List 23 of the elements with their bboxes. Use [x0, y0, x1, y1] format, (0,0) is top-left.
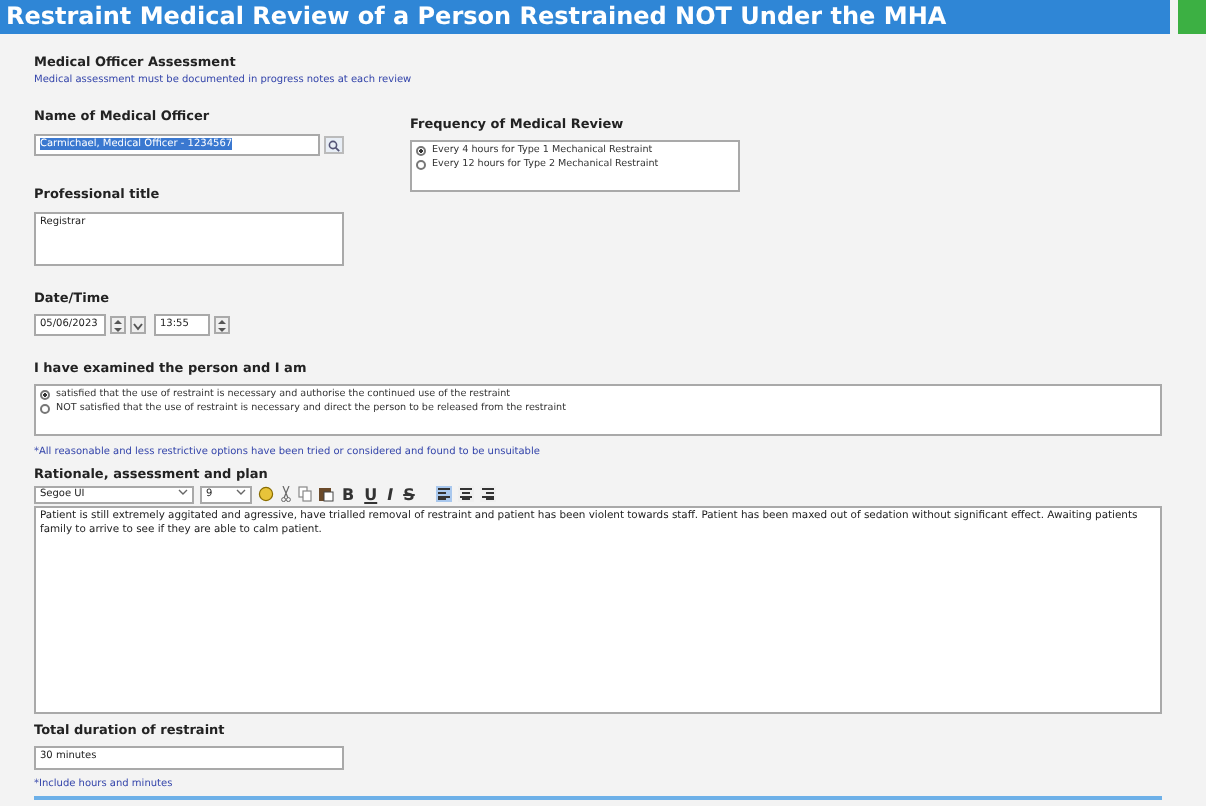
underline-button[interactable]: U — [362, 485, 380, 503]
radio-button[interactable] — [40, 404, 50, 414]
align-left-button[interactable] — [436, 486, 453, 502]
bold-button[interactable]: B — [340, 485, 357, 503]
paste-icon[interactable] — [318, 486, 334, 502]
align-right-button[interactable] — [480, 486, 497, 502]
strike-button[interactable]: S — [401, 485, 417, 503]
status-square — [1178, 0, 1206, 34]
align-center-button[interactable] — [458, 486, 475, 502]
page-title: Restraint Medical Review of a Person Restrained NOT Under the MHA — [0, 0, 1170, 34]
spinner-control[interactable] — [214, 316, 230, 334]
cut-icon[interactable] — [280, 486, 292, 502]
search-button[interactable] — [324, 136, 344, 154]
dropdown-button[interactable] — [130, 316, 146, 334]
italic-button[interactable]: I — [385, 485, 396, 503]
caret-icon — [236, 487, 246, 495]
search-icon — [328, 139, 341, 151]
copy-icon[interactable] — [298, 486, 312, 502]
radio-button[interactable] — [416, 146, 426, 156]
spinner-control[interactable] — [110, 316, 126, 334]
radio-button[interactable] — [40, 390, 50, 400]
radio-button[interactable] — [416, 160, 426, 170]
caret-icon — [178, 487, 188, 495]
